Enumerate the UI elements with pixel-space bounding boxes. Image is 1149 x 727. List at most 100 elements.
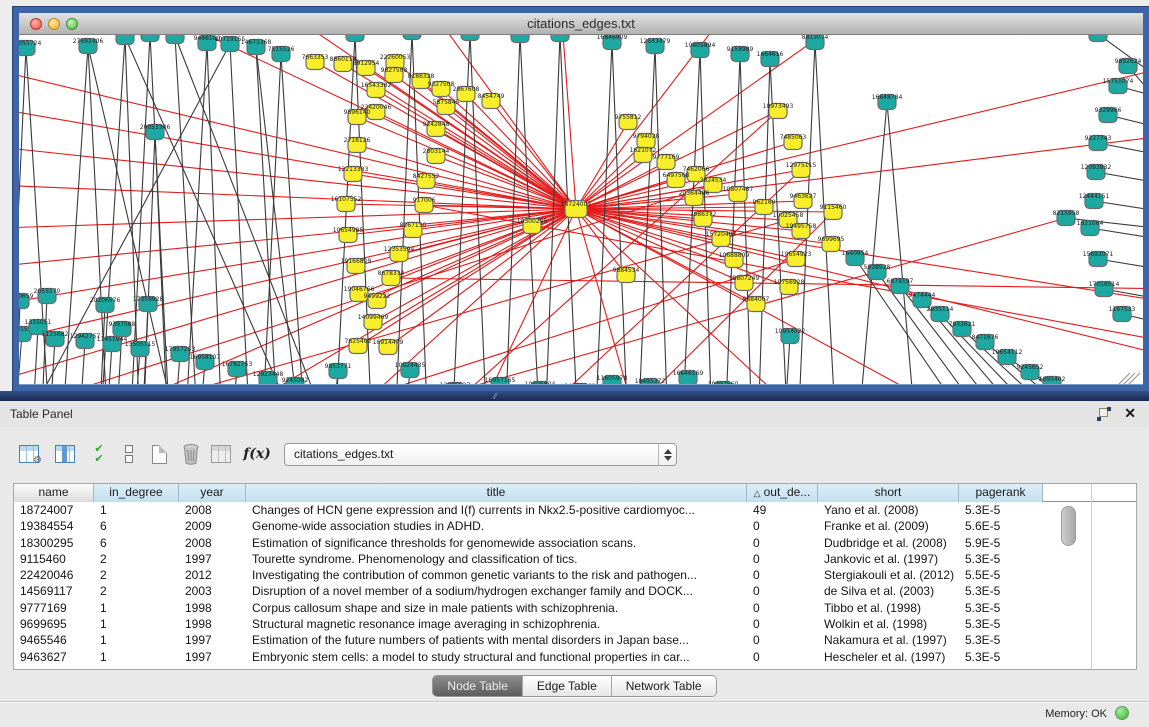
tab-node-table[interactable]: Node Table bbox=[433, 676, 522, 696]
split-divider[interactable]: ⁄⁄ bbox=[0, 391, 1149, 401]
table-cell: 2008 bbox=[179, 502, 246, 518]
tab-edge-table[interactable]: Edge Table bbox=[522, 676, 611, 696]
svg-text:20206576: 20206576 bbox=[90, 297, 121, 304]
svg-text:10405894: 10405894 bbox=[685, 42, 716, 49]
table-cell: 1997 bbox=[179, 649, 246, 665]
table-cell: Tourette syndrome. Phenomenology and cla… bbox=[246, 551, 747, 567]
column-header-year[interactable]: year bbox=[179, 484, 246, 502]
svg-text:9158989: 9158989 bbox=[727, 46, 754, 53]
svg-text:5875845: 5875845 bbox=[433, 99, 460, 106]
table-cell: 1 bbox=[94, 632, 179, 648]
import-table-icon[interactable] bbox=[208, 441, 234, 467]
network-window-titlebar[interactable]: citations_edges.txt bbox=[19, 13, 1143, 35]
table-cell: 0 bbox=[747, 583, 818, 599]
select-column-icon[interactable] bbox=[52, 441, 78, 467]
svg-text:1621072: 1621072 bbox=[630, 147, 657, 154]
table-cell: 5.5E-5 bbox=[959, 567, 1043, 583]
network-graph-canvas[interactable]: 1872400776633538860114891295422260053982… bbox=[19, 35, 1143, 384]
svg-text:8267130: 8267130 bbox=[400, 222, 427, 229]
svg-text:1621064: 1621064 bbox=[1077, 220, 1104, 227]
table-row[interactable]: 977716911998Corpus callosum shape and si… bbox=[14, 600, 1136, 616]
table-cell: Changes of HCN gene expression and I(f) … bbox=[246, 502, 747, 518]
svg-text:7515526: 7515526 bbox=[268, 46, 295, 53]
table-cell: 2012 bbox=[179, 567, 246, 583]
svg-text:9853771: 9853771 bbox=[325, 363, 352, 370]
divider-grip-icon[interactable]: ⁄⁄ bbox=[494, 393, 506, 400]
table-cell: 0 bbox=[747, 518, 818, 534]
select-rows-icon[interactable]: ✔✔ bbox=[86, 441, 112, 467]
svg-text:16957165: 16957165 bbox=[485, 377, 516, 384]
column-header-in_degree[interactable]: in_degree bbox=[94, 484, 179, 502]
table-cell: 1998 bbox=[179, 616, 246, 632]
table-panel: Table Panel ✕ ⚙ ✔✔ f(x bbox=[0, 401, 1149, 727]
svg-text:9227343: 9227343 bbox=[1085, 135, 1112, 142]
svg-text:10954022: 10954022 bbox=[775, 328, 806, 335]
minimize-window-icon[interactable] bbox=[48, 18, 60, 30]
svg-text:10654112: 10654112 bbox=[992, 349, 1023, 356]
memory-status-label: Memory: OK bbox=[1045, 708, 1107, 720]
svg-text:16958107: 16958107 bbox=[190, 354, 221, 361]
float-panel-icon[interactable] bbox=[1097, 407, 1111, 421]
column-header-name[interactable]: name bbox=[14, 484, 94, 502]
svg-text:8912954: 8912954 bbox=[353, 60, 380, 67]
table-cell: 22420046 bbox=[14, 567, 94, 583]
new-table-icon[interactable] bbox=[146, 441, 172, 467]
table-cell: 0 bbox=[747, 649, 818, 665]
svg-text:5938928: 5938928 bbox=[864, 264, 891, 271]
svg-text:1095402: 1095402 bbox=[1039, 376, 1066, 383]
table-row[interactable]: 969969511998Structural magnetic resonanc… bbox=[14, 616, 1136, 632]
table-cell: 0 bbox=[747, 551, 818, 567]
table-row[interactable]: 1872400712008Changes of HCN gene express… bbox=[14, 502, 1136, 518]
network-window: citations_edges.txt 18724007766335388601… bbox=[13, 7, 1149, 391]
table-cell: 18300295 bbox=[14, 535, 94, 551]
table-row[interactable]: 1830029562008Estimation of significance … bbox=[14, 535, 1136, 551]
close-window-icon[interactable] bbox=[30, 18, 42, 30]
svg-text:17016514: 17016514 bbox=[1089, 281, 1120, 288]
svg-text:24055724: 24055724 bbox=[19, 40, 41, 47]
svg-text:14671368: 14671368 bbox=[241, 39, 272, 46]
table-row[interactable]: 911546021997Tourette syndrome. Phenomeno… bbox=[14, 551, 1136, 567]
vertical-scrollbar[interactable] bbox=[1061, 506, 1076, 546]
svg-text:13505115: 13505115 bbox=[125, 341, 156, 348]
table-select-dropdown[interactable]: citations_edges.txt bbox=[284, 443, 677, 466]
table-cell: 1 bbox=[94, 502, 179, 518]
table-cell: Stergiakouli et al. (2012) bbox=[818, 567, 959, 583]
table-row[interactable]: 946554611997Estimation of the future num… bbox=[14, 632, 1136, 648]
svg-text:10924435: 10924435 bbox=[395, 362, 426, 369]
delete-table-icon[interactable] bbox=[178, 441, 204, 467]
table-body: 1872400712008Changes of HCN gene express… bbox=[14, 502, 1136, 669]
table-cell: 6 bbox=[94, 535, 179, 551]
column-header-pagerank[interactable]: pagerank bbox=[959, 484, 1043, 502]
table-cell: 6 bbox=[94, 518, 179, 534]
table-cell: 0 bbox=[747, 535, 818, 551]
column-header-out_de[interactable]: △out_de... bbox=[747, 484, 818, 502]
svg-text:14099469: 14099469 bbox=[358, 314, 389, 321]
table-cell: 5.3E-5 bbox=[959, 649, 1043, 665]
svg-text:9884534: 9884534 bbox=[613, 267, 640, 274]
svg-text:27691406: 27691406 bbox=[73, 38, 104, 45]
close-panel-icon[interactable]: ✕ bbox=[1124, 405, 1136, 421]
table-row[interactable]: 946362711997Embryonic stem cells: a mode… bbox=[14, 649, 1136, 665]
table-cell: 1997 bbox=[179, 632, 246, 648]
table-row[interactable]: 1938455462009Genome-wide association stu… bbox=[14, 518, 1136, 534]
svg-text:3824534: 3824534 bbox=[700, 177, 727, 184]
svg-text:9827508: 9827508 bbox=[381, 67, 408, 74]
svg-text:11605978: 11605978 bbox=[597, 375, 628, 382]
svg-text:19495758: 19495758 bbox=[786, 223, 817, 230]
dropdown-stepper-icon[interactable] bbox=[658, 444, 676, 465]
tab-network-table[interactable]: Network Table bbox=[611, 676, 716, 696]
table-row[interactable]: 2242004622012Investigating the contribut… bbox=[14, 567, 1136, 583]
function-builder-icon[interactable]: f(x) bbox=[244, 441, 270, 467]
svg-text:1115682: 1115682 bbox=[42, 331, 69, 338]
svg-text:12923448: 12923448 bbox=[253, 371, 284, 378]
table-row[interactable]: 1456911722003Disruption of a novel membe… bbox=[14, 583, 1136, 599]
table-settings-icon[interactable]: ⚙ bbox=[16, 441, 42, 467]
table-select-value: citations_edges.txt bbox=[294, 447, 393, 461]
memory-status-icon[interactable] bbox=[1115, 706, 1129, 720]
zoom-window-icon[interactable] bbox=[66, 18, 78, 30]
column-header-title[interactable]: title bbox=[246, 484, 747, 502]
row-height-icon[interactable] bbox=[116, 441, 142, 467]
table-cell: 2003 bbox=[179, 583, 246, 599]
column-header-short[interactable]: short bbox=[818, 484, 959, 502]
table-cell: 5.3E-5 bbox=[959, 632, 1043, 648]
